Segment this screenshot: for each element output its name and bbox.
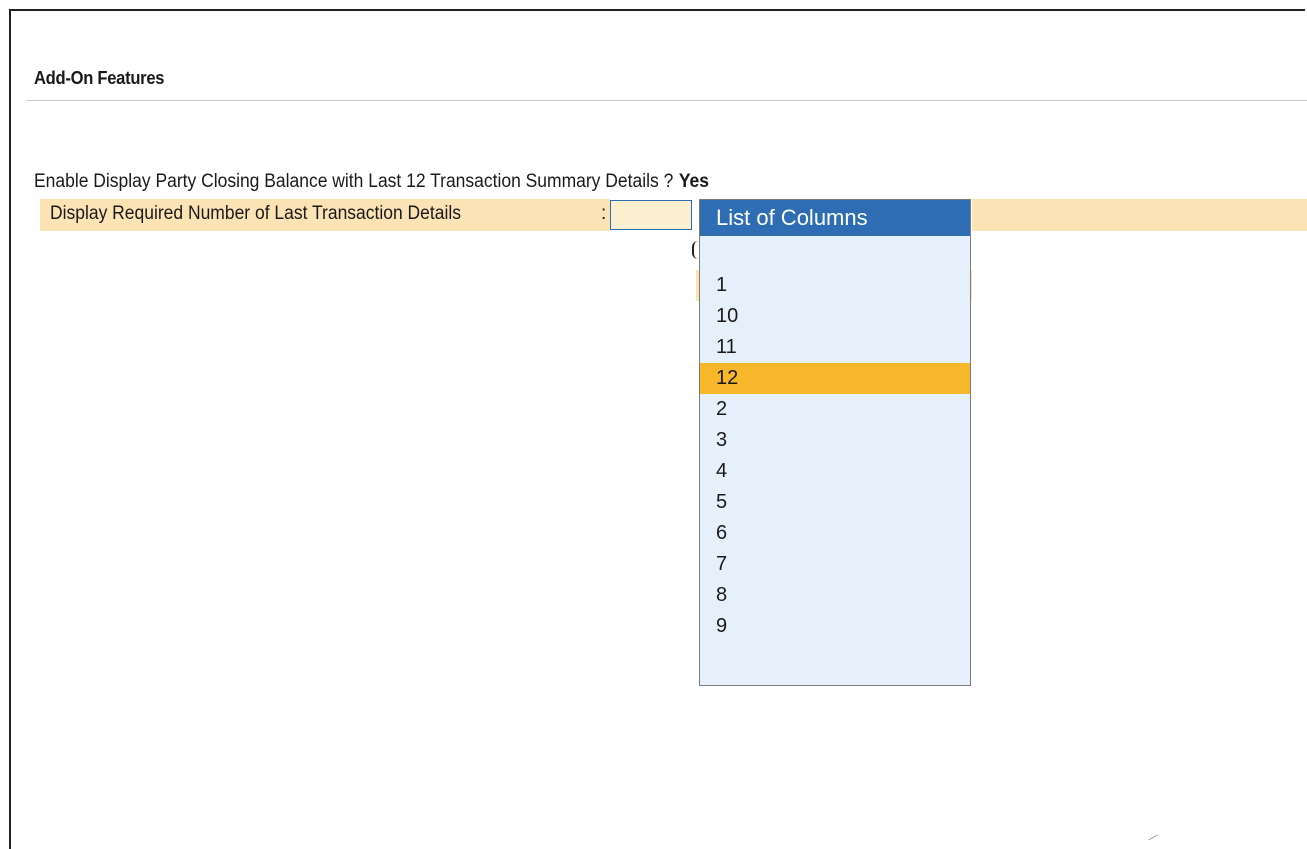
title-divider: [26, 100, 1307, 101]
transaction-count-input[interactable]: [610, 200, 692, 230]
list-of-columns-title: List of Columns: [700, 200, 970, 236]
list-item-7[interactable]: 7: [700, 549, 970, 580]
field-separator: :: [601, 203, 607, 224]
enable-option-label: Enable Display Party Closing Balance wit…: [34, 171, 674, 192]
list-item-1[interactable]: 1: [700, 270, 970, 301]
list-item-5[interactable]: 5: [700, 487, 970, 518]
list-item-6[interactable]: 6: [700, 518, 970, 549]
background-field-fragment: [692, 241, 699, 259]
enable-option-row[interactable]: Enable Display Party Closing Balance wit…: [34, 171, 709, 193]
active-field-highlight-right: [972, 199, 1307, 231]
list-item-11[interactable]: 11: [700, 332, 970, 363]
enable-option-value[interactable]: Yes: [679, 171, 709, 192]
list-item-9[interactable]: 9: [700, 611, 970, 642]
section-title: Add-On Features: [34, 68, 165, 88]
list-item-3[interactable]: 3: [700, 425, 970, 456]
window-frame: [9, 9, 1305, 849]
list-of-columns-items: 1 10 11 12 2 3 4 5 6 7 8 9: [700, 236, 970, 642]
list-item-4[interactable]: 4: [700, 456, 970, 487]
list-item-8[interactable]: 8: [700, 580, 970, 611]
transaction-count-label: Display Required Number of Last Transact…: [50, 203, 461, 224]
list-item-10[interactable]: 10: [700, 301, 970, 332]
list-item-2[interactable]: 2: [700, 394, 970, 425]
list-of-columns-popup[interactable]: List of Columns 1 10 11 12 2 3 4 5 6 7 8…: [699, 199, 971, 686]
list-item-12-selected[interactable]: 12: [700, 363, 970, 394]
